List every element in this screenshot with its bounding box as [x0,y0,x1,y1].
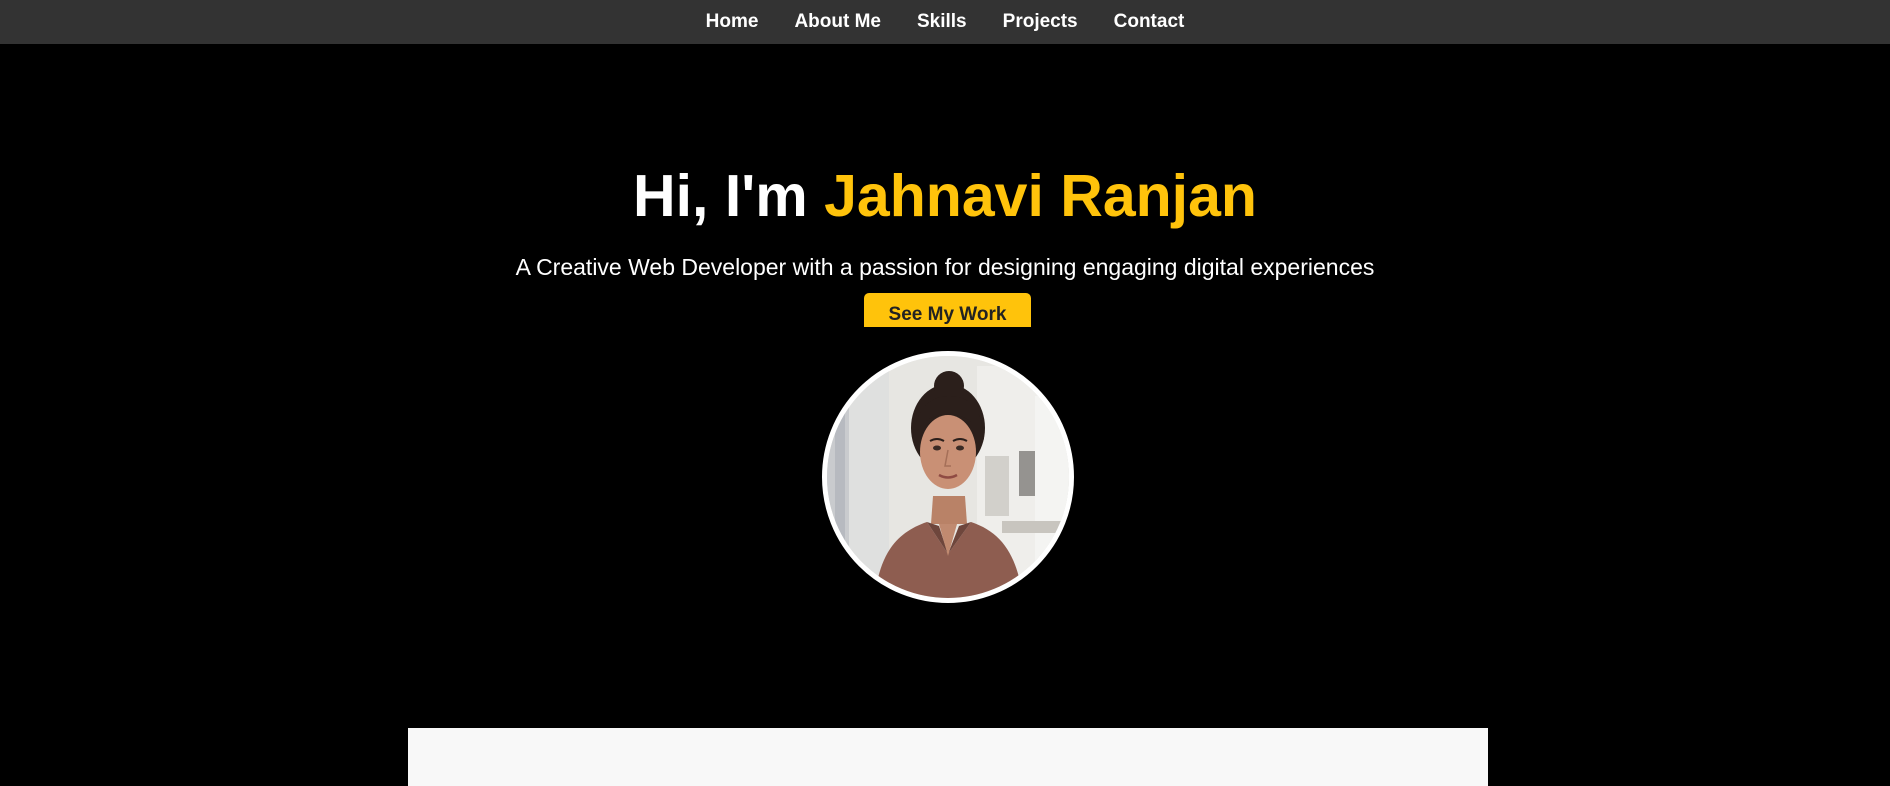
nav-item-about-me[interactable]: About Me [794,11,881,32]
portrait-icon [827,356,1069,598]
hero-title: Hi, I'm Jahnavi Ranjan [0,162,1890,230]
nav-item-contact[interactable]: Contact [1114,11,1185,32]
page: Home About Me Skills Projects Contact Hi… [0,0,1890,786]
nav-list: Home About Me Skills Projects Contact [688,11,1203,33]
see-my-work-button[interactable]: See My Work [864,293,1031,327]
next-section-panel [408,728,1488,786]
nav-item-home[interactable]: Home [706,11,759,32]
hero-greeting: Hi, I'm [633,163,825,229]
hero-subtitle: A Creative Web Developer with a passion … [515,254,1375,280]
nav-item-projects[interactable]: Projects [1003,11,1078,32]
nav-item-skills[interactable]: Skills [917,11,967,32]
profile-photo [822,351,1074,603]
top-navbar: Home About Me Skills Projects Contact [0,0,1890,44]
hero-name: Jahnavi Ranjan [824,163,1257,229]
